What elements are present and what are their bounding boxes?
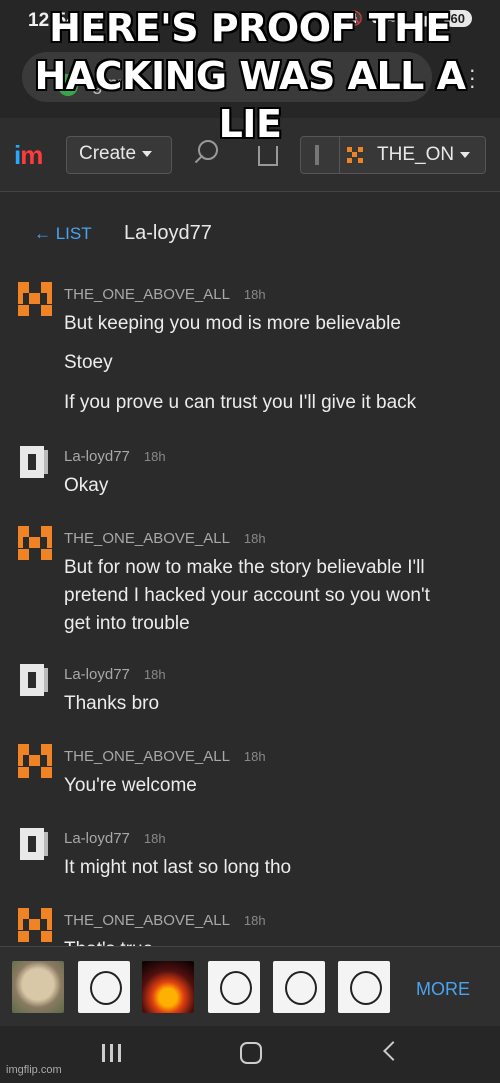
chevron-down-icon	[142, 150, 153, 157]
meme-template-strip: MORE	[0, 946, 500, 1026]
more-link[interactable]: MORE	[416, 979, 470, 1000]
home-icon[interactable]	[240, 1042, 262, 1064]
meme-thumbnail[interactable]	[273, 961, 325, 1013]
message-text: It might not last so long tho	[64, 857, 292, 878]
message-time: 18h	[143, 831, 166, 846]
message-text: But keeping you mod is more believable	[64, 313, 401, 334]
user-avatar	[347, 147, 363, 163]
chat-title: La-loyd77	[124, 222, 212, 244]
meme-thumbnail[interactable]	[78, 961, 130, 1013]
message-time: 18h	[243, 531, 266, 546]
chat-header: ← LIST La-loyd77	[0, 192, 500, 268]
message-sender: THE_ONE_ABOVE_ALL 18h	[64, 748, 266, 765]
message-text: Stoey	[64, 352, 113, 373]
message-sender: THE_ONE_ABOVE_ALL 18h	[64, 286, 266, 303]
message-text: Thanks bro	[64, 693, 160, 714]
message-time: 18h	[143, 667, 166, 682]
message-text: But for now to make the story believable…	[64, 557, 425, 578]
system-nav-bar	[0, 1026, 500, 1083]
message-sender: La-loyd77 18h	[64, 666, 166, 683]
meme-thumbnail[interactable]	[142, 961, 194, 1013]
back-to-list-link[interactable]: ← LIST	[34, 224, 92, 244]
notifications-icon[interactable]	[315, 145, 319, 165]
watermark: imgflip.com	[6, 1064, 62, 1076]
message-time: 18h	[143, 449, 166, 464]
message-sender: THE_ONE_ABOVE_ALL 18h	[64, 530, 266, 547]
chevron-down-icon	[460, 151, 471, 158]
meme-thumbnail[interactable]	[338, 961, 390, 1013]
avatar[interactable]	[20, 828, 48, 860]
message-text: You're welcome	[64, 775, 197, 796]
upload-icon[interactable]	[258, 146, 278, 166]
message-sender: La-loyd77 18h	[64, 448, 166, 465]
message-list: THE_ONE_ABOVE_ALL 18h But keeping you mod…	[0, 270, 500, 946]
recents-icon[interactable]	[102, 1044, 122, 1062]
message-text: get into trouble	[64, 613, 190, 634]
avatar[interactable]	[20, 446, 48, 478]
back-icon[interactable]	[383, 1041, 403, 1061]
avatar[interactable]	[18, 282, 52, 316]
meme-caption: HERE'S PROOF THE HACKING WAS ALL A LIE	[34, 6, 466, 146]
message-text: That's true	[64, 936, 484, 946]
message-sender: La-loyd77 18h	[64, 830, 166, 847]
message-text: pretend I hacked your account so you won…	[64, 585, 430, 606]
avatar[interactable]	[18, 744, 52, 778]
message-text: If you prove u can trust you I'll give i…	[64, 392, 417, 413]
avatar[interactable]	[18, 526, 52, 560]
meme-thumbnail[interactable]	[12, 961, 64, 1013]
message-time: 18h	[243, 287, 266, 302]
message-sender: THE_ONE_ABOVE_ALL 18h	[64, 912, 266, 929]
avatar[interactable]	[20, 664, 48, 696]
avatar[interactable]	[18, 908, 52, 942]
meme-thumbnail[interactable]	[208, 961, 260, 1013]
message-time: 18h	[243, 913, 266, 928]
message-text: Okay	[64, 475, 109, 496]
message-time: 18h	[243, 749, 266, 764]
